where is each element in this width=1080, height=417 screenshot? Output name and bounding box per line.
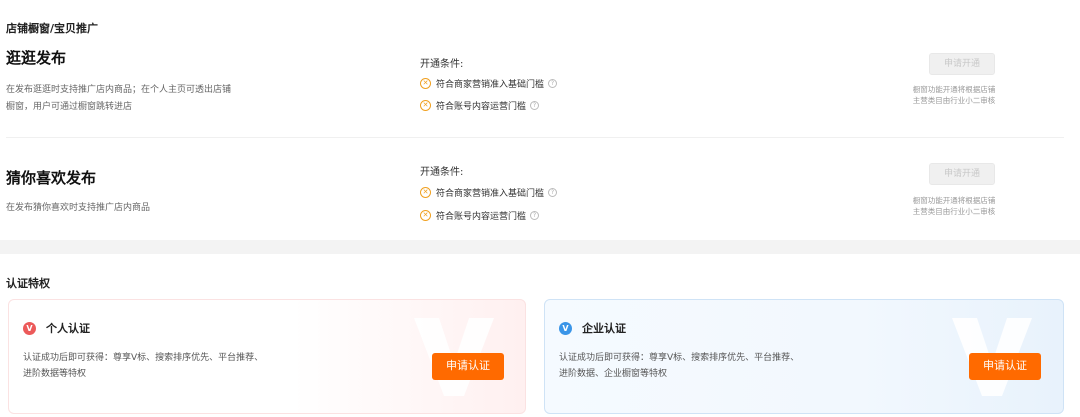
feature-desc-guess-you-like: 在发布猜你喜欢时支持推广店内商品 bbox=[6, 200, 276, 217]
conditions-title: 开通条件: bbox=[420, 59, 464, 70]
x-circle-icon: ✕ bbox=[420, 210, 431, 221]
personal-cert-desc: 认证成功后即可获得：尊享V标、搜索排序优先、平台推荐、 进阶数据等特权 bbox=[23, 350, 323, 382]
cert-desc-line: 认证成功后即可获得：尊享V标、搜索排序优先、平台推荐、 bbox=[23, 353, 264, 363]
section-separator bbox=[0, 240, 1080, 254]
v-badge-icon: V bbox=[559, 321, 572, 335]
promo-section-title: 店铺橱窗/宝贝推广 bbox=[6, 22, 99, 35]
condition-label: 符合商家营销准入基础门槛 bbox=[436, 189, 545, 199]
condition-item: ✕ 符合账号内容运营门槛 ? bbox=[420, 99, 540, 112]
review-note: 橱窗功能开通将根据店铺 主营类目由行业小二审核 bbox=[894, 195, 1014, 217]
personal-cert-header: V 个人认证 bbox=[23, 320, 90, 336]
feature-title-guangguang: 逛逛发布 bbox=[6, 49, 67, 67]
apply-open-button-guangguang[interactable]: 申请开通 bbox=[929, 53, 995, 75]
apply-open-button-guess-you-like[interactable]: 申请开通 bbox=[929, 163, 995, 185]
cert-desc-line: 进阶数据等特权 bbox=[23, 369, 87, 379]
review-note-line: 橱窗功能开通将根据店铺 bbox=[912, 196, 996, 205]
v-badge-icon: V bbox=[23, 321, 36, 335]
condition-label: 符合商家营销准入基础门槛 bbox=[436, 80, 545, 90]
feature-desc-line: 在发布逛逛时支持推广店内商品；在个人主页可透出店铺 bbox=[6, 85, 232, 95]
condition-label: 符合账号内容运营门槛 bbox=[436, 102, 527, 112]
question-circle-icon[interactable]: ? bbox=[548, 79, 558, 88]
feature-desc-line: 橱窗，用户可通过橱窗跳转进店 bbox=[6, 102, 133, 112]
x-circle-icon: ✕ bbox=[420, 78, 431, 89]
personal-cert-title: 个人认证 bbox=[46, 322, 90, 335]
condition-label: 符合账号内容运营门槛 bbox=[436, 212, 527, 222]
personal-cert-card: V 个人认证 认证成功后即可获得：尊享V标、搜索排序优先、平台推荐、 进阶数据等… bbox=[8, 299, 526, 414]
review-note: 橱窗功能开通将根据店铺 主营类目由行业小二审核 bbox=[894, 84, 1014, 106]
enterprise-cert-title: 企业认证 bbox=[582, 322, 626, 335]
question-circle-icon[interactable]: ? bbox=[530, 101, 540, 110]
divider bbox=[6, 137, 1064, 138]
enterprise-cert-card: V 企业认证 认证成功后即可获得：尊享V标、搜索排序优先、平台推荐、 进阶数据、… bbox=[544, 299, 1064, 414]
cert-desc-line: 进阶数据、企业橱窗等特权 bbox=[559, 369, 668, 379]
x-circle-icon: ✕ bbox=[420, 100, 431, 111]
question-circle-icon[interactable]: ? bbox=[530, 211, 540, 220]
review-note-line: 主营类目由行业小二审核 bbox=[912, 96, 996, 105]
review-note-line: 主营类目由行业小二审核 bbox=[912, 207, 996, 216]
enterprise-cert-header: V 企业认证 bbox=[559, 320, 626, 336]
cert-desc-line: 认证成功后即可获得：尊享V标、搜索排序优先、平台推荐、 bbox=[559, 353, 800, 363]
x-circle-icon: ✕ bbox=[420, 187, 431, 198]
apply-enterprise-cert-button[interactable]: 申请认证 bbox=[969, 353, 1041, 380]
condition-item: ✕ 符合商家营销准入基础门槛 ? bbox=[420, 186, 558, 199]
conditions-title: 开通条件: bbox=[420, 167, 464, 178]
apply-personal-cert-button[interactable]: 申请认证 bbox=[432, 353, 504, 380]
feature-title-guess-you-like: 猜你喜欢发布 bbox=[6, 169, 97, 187]
feature-desc-line: 在发布猜你喜欢时支持推广店内商品 bbox=[6, 203, 151, 213]
question-circle-icon[interactable]: ? bbox=[548, 188, 558, 197]
feature-desc-guangguang: 在发布逛逛时支持推广店内商品；在个人主页可透出店铺 橱窗，用户可通过橱窗跳转进店 bbox=[6, 82, 276, 116]
cert-section-title: 认证特权 bbox=[6, 277, 50, 290]
condition-item: ✕ 符合账号内容运营门槛 ? bbox=[420, 209, 540, 222]
review-note-line: 橱窗功能开通将根据店铺 bbox=[912, 85, 996, 94]
condition-item: ✕ 符合商家营销准入基础门槛 ? bbox=[420, 77, 558, 90]
enterprise-cert-desc: 认证成功后即可获得：尊享V标、搜索排序优先、平台推荐、 进阶数据、企业橱窗等特权 bbox=[559, 350, 859, 382]
